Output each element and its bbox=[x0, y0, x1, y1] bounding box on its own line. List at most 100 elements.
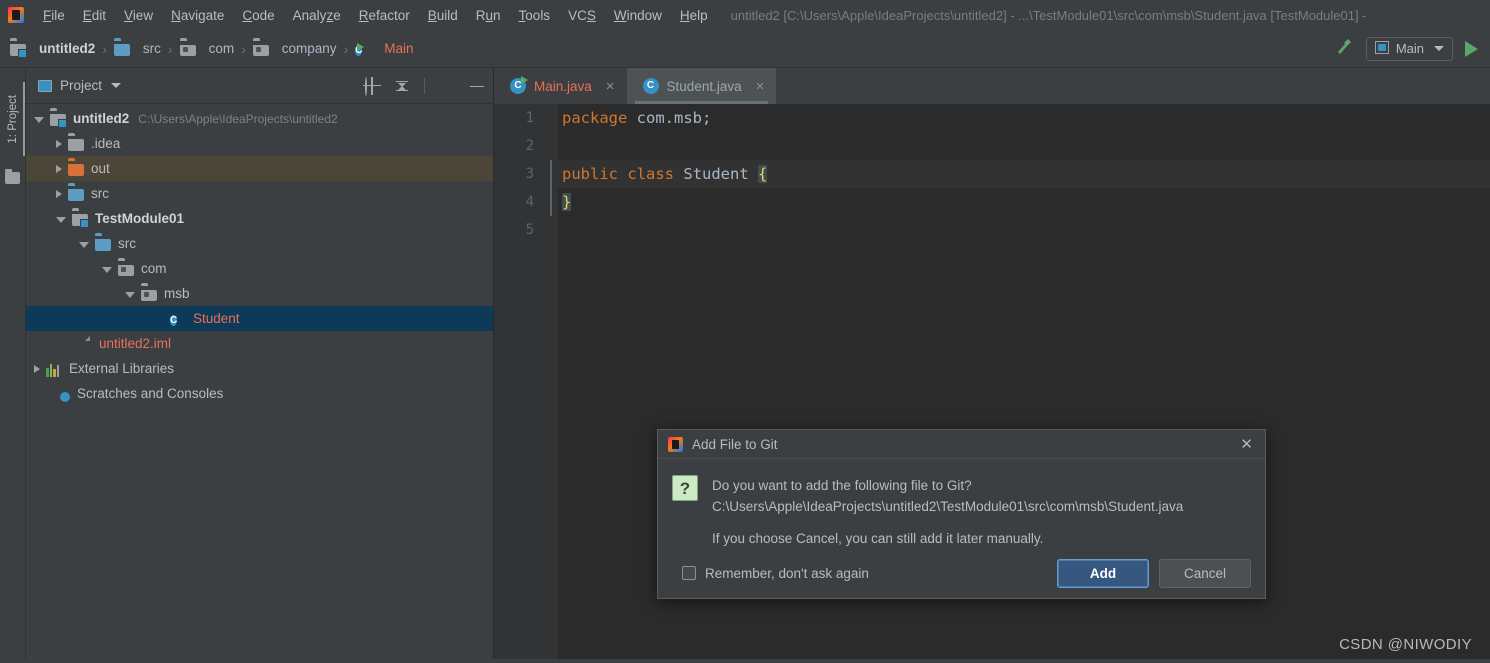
breadcrumb-label: com bbox=[208, 41, 235, 56]
tree-row-student[interactable]: C Student bbox=[26, 306, 493, 331]
chevron-right-icon[interactable] bbox=[56, 189, 62, 198]
breadcrumb-company[interactable]: company bbox=[252, 41, 337, 57]
chevron-right-icon[interactable] bbox=[56, 164, 62, 173]
tool-window-button-project[interactable]: 1: Project bbox=[0, 76, 26, 162]
menu-item-code[interactable]: Code bbox=[233, 4, 283, 27]
runnable-class-icon: C bbox=[510, 76, 528, 94]
breadcrumb-separator: › bbox=[241, 40, 246, 57]
line-number: 1 bbox=[525, 110, 534, 126]
runnable-class-icon: C bbox=[355, 44, 363, 56]
breadcrumb-label: company bbox=[281, 41, 337, 56]
tree-row[interactable]: src bbox=[26, 181, 493, 206]
tree-item-label: src bbox=[91, 186, 109, 201]
tree-item-label: msb bbox=[164, 286, 190, 301]
chevron-down-icon[interactable] bbox=[102, 266, 112, 273]
close-icon[interactable]: × bbox=[606, 78, 615, 95]
folder-orange-icon bbox=[68, 161, 84, 177]
code-folding-column[interactable] bbox=[544, 104, 558, 663]
module-icon bbox=[10, 41, 26, 57]
menu-item-run[interactable]: Run bbox=[467, 4, 510, 27]
breadcrumb-src[interactable]: src bbox=[113, 41, 161, 57]
tree-row[interactable]: TestModule01 bbox=[26, 206, 493, 231]
chevron-down-icon[interactable] bbox=[111, 83, 122, 88]
dialog-footer: Remember, don't ask again Add Cancel bbox=[658, 548, 1265, 598]
title-bar: File Edit View Navigate Code Analyze Ref… bbox=[0, 0, 1490, 30]
editor-tab-main-java[interactable]: C Main.java × bbox=[494, 68, 627, 104]
add-button[interactable]: Add bbox=[1057, 558, 1149, 588]
menu-item-refactor[interactable]: Refactor bbox=[350, 4, 419, 27]
dialog-body: ? Do you want to add the following file … bbox=[658, 459, 1265, 517]
gear-icon[interactable] bbox=[439, 78, 455, 94]
run-play-icon[interactable] bbox=[1465, 40, 1478, 57]
dialog-message-primary: Do you want to add the following file to… bbox=[712, 478, 972, 493]
tree-item-label: Scratches and Consoles bbox=[77, 386, 224, 401]
tree-row[interactable]: untitled2 C:\Users\Apple\IdeaProjects\un… bbox=[26, 106, 493, 131]
source-folder-icon bbox=[113, 41, 130, 57]
chevron-down-icon[interactable] bbox=[79, 241, 89, 248]
package-icon bbox=[252, 41, 269, 57]
left-tool-strip: 1: Project bbox=[0, 68, 26, 663]
hammer-icon[interactable] bbox=[1334, 36, 1354, 61]
watermark: CSDN @NIWODIY bbox=[1339, 636, 1472, 653]
tree-row[interactable]: .idea bbox=[26, 131, 493, 156]
project-tool-window: Project untitled2 C:\Users\Apple\IdeaPro… bbox=[26, 68, 494, 663]
editor-tab-label: Student.java bbox=[666, 78, 742, 94]
locate-icon[interactable] bbox=[364, 76, 380, 96]
code-line-4: } bbox=[558, 188, 1490, 216]
menu-item-help[interactable]: Help bbox=[671, 4, 717, 27]
breadcrumb-label: Main bbox=[384, 41, 414, 56]
close-brace: } bbox=[562, 193, 572, 211]
tree-row[interactable]: com bbox=[26, 256, 493, 281]
tree-item-label: External Libraries bbox=[69, 361, 175, 376]
scratches-icon bbox=[54, 386, 70, 402]
close-icon[interactable]: × bbox=[756, 78, 765, 95]
menu-item-window[interactable]: Window bbox=[605, 4, 671, 27]
menu-item-build[interactable]: Build bbox=[419, 4, 467, 27]
menu-item-file[interactable]: File bbox=[34, 4, 74, 27]
code-line-3: public class Student { bbox=[558, 160, 1490, 188]
navigation-bar: untitled2 › src › com › company › C Main bbox=[0, 30, 1490, 68]
close-icon[interactable]: ✕ bbox=[1236, 435, 1257, 453]
breadcrumb-untitled2[interactable]: untitled2 bbox=[10, 41, 95, 57]
project-module-icon bbox=[50, 111, 66, 127]
run-config-icon bbox=[1374, 40, 1389, 57]
tree-row[interactable]: out bbox=[26, 156, 493, 181]
breadcrumb-com[interactable]: com bbox=[179, 41, 235, 57]
line-number: 5 bbox=[525, 222, 534, 238]
collapse-all-icon[interactable] bbox=[394, 78, 410, 94]
remember-checkbox-row[interactable]: Remember, don't ask again bbox=[682, 566, 869, 581]
chevron-right-icon[interactable] bbox=[56, 139, 62, 148]
fold-region-marker bbox=[550, 160, 552, 216]
menu-item-navigate[interactable]: Navigate bbox=[162, 4, 233, 27]
chevron-down-icon[interactable] bbox=[34, 116, 44, 123]
menu-item-vcs[interactable]: VCS bbox=[559, 4, 605, 27]
breadcrumb-main[interactable]: C Main bbox=[355, 41, 414, 57]
menu-item-tools[interactable]: Tools bbox=[510, 4, 560, 27]
tree-row[interactable]: Scratches and Consoles bbox=[26, 381, 493, 406]
menu-item-view[interactable]: View bbox=[115, 4, 162, 27]
tree-row[interactable]: msb bbox=[26, 281, 493, 306]
tree-item-label: out bbox=[91, 161, 110, 176]
cancel-button[interactable]: Cancel bbox=[1159, 558, 1251, 588]
menu-item-edit[interactable]: Edit bbox=[74, 4, 115, 27]
tree-row[interactable]: src bbox=[26, 231, 493, 256]
tree-row[interactable]: untitled2.iml bbox=[26, 331, 493, 356]
class-icon: C bbox=[170, 314, 178, 326]
chevron-right-icon[interactable] bbox=[34, 364, 40, 373]
toolbar-divider bbox=[424, 77, 425, 94]
folder-icon[interactable] bbox=[5, 169, 20, 184]
line-number: 2 bbox=[525, 138, 534, 154]
menu-item-analyze[interactable]: Analyze bbox=[284, 4, 350, 27]
line-number: 4 bbox=[525, 194, 534, 210]
libraries-icon bbox=[46, 361, 62, 377]
tree-row[interactable]: External Libraries bbox=[26, 356, 493, 381]
chevron-down-icon[interactable] bbox=[125, 291, 135, 298]
intellij-idea-window: File Edit View Navigate Code Analyze Ref… bbox=[0, 0, 1490, 663]
chevron-down-icon[interactable] bbox=[56, 216, 66, 223]
minimize-icon[interactable] bbox=[469, 78, 485, 94]
remember-checkbox-label: Remember, don't ask again bbox=[705, 565, 869, 581]
remember-checkbox[interactable] bbox=[682, 566, 696, 580]
editor-tab-student-java[interactable]: C Student.java × bbox=[626, 68, 777, 104]
add-file-to-git-dialog: Add File to Git ✕ ? Do you want to add t… bbox=[657, 429, 1266, 599]
run-configuration-selector[interactable]: Main bbox=[1365, 36, 1453, 61]
